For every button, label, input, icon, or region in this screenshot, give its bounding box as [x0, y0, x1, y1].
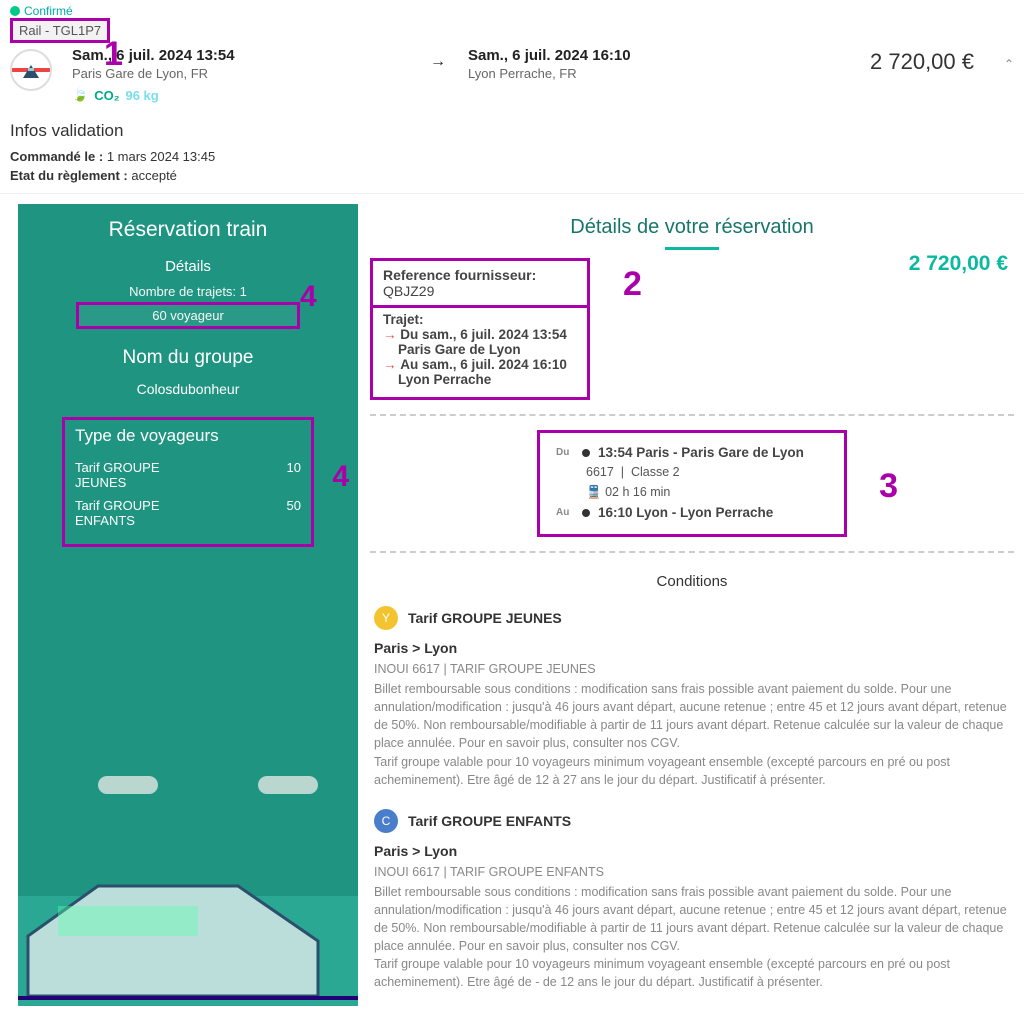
fare-block: Y Tarif GROUPE JEUNES Paris > LyonINOUI 66…	[370, 600, 1014, 803]
supplier-ref-box: Reference fournisseur: QBJZ29 2	[370, 258, 590, 308]
divider	[370, 551, 1014, 553]
class-label: Classe 2	[631, 465, 680, 479]
rail-tag: Rail - TGL1P7	[10, 18, 110, 43]
ordered-value: 1 mars 2024 13:45	[107, 149, 215, 164]
trajet-label: Trajet:	[383, 312, 429, 327]
traveler-types-box: Type de voyageurs Tarif GROUPE JEUNES 10…	[62, 417, 314, 547]
sidebar-title: Réservation train	[18, 204, 358, 252]
annotation-2: 2	[623, 265, 642, 304]
annotation-4a: 4	[300, 280, 317, 314]
traveler-type-name: Tarif GROUPE ENFANTS	[75, 498, 195, 528]
divider	[370, 414, 1014, 416]
co2-label: CO₂	[94, 88, 119, 103]
annotation-4b: 4	[332, 460, 349, 494]
chevron-up-icon[interactable]: ⌃	[974, 47, 1014, 71]
to-label: Au	[400, 357, 418, 372]
schedule-box: Du 13:54 Paris - Paris Gare de Lyon 6617…	[537, 430, 847, 537]
fare-sub: INOUI 6617 | TARIF GROUPE JEUNES	[374, 662, 1010, 680]
trip-summary-row[interactable]: Sam., 6 juil. 2024 13:54 Paris Gare de L…	[0, 43, 1024, 113]
schedule-departure: 13:54 Paris - Paris Gare de Lyon	[598, 445, 804, 460]
traveler-type-row: Tarif GROUPE JEUNES 10	[75, 456, 301, 494]
fare-name: Tarif GROUPE JEUNES	[408, 610, 562, 626]
fare-block: C Tarif GROUPE ENFANTS Paris > LyonINOUI 6…	[370, 803, 1014, 1006]
schedule-au-label: Au	[556, 507, 574, 518]
sidebar-travelers: 60 voyageur	[79, 305, 297, 326]
title-underline	[665, 247, 719, 250]
to-loc: Lyon Perrache	[398, 372, 491, 387]
sidebar-panel: Réservation train Détails Nombre de traj…	[18, 204, 358, 1006]
payment-value: accepté	[131, 168, 177, 183]
fare-route: Paris > Lyon	[374, 630, 1010, 662]
train-small-icon: 🚆	[586, 485, 602, 499]
conditions-title: Conditions	[370, 567, 1014, 600]
arrival-location: Lyon Perrache, FR	[468, 66, 804, 81]
traveler-type-count: 10	[287, 460, 301, 490]
arrow-icon: →	[408, 47, 468, 71]
traveler-type-row: Tarif GROUPE ENFANTS 50	[75, 494, 301, 532]
co2-value: 96 kg	[125, 88, 158, 103]
train-avatar-icon	[10, 49, 52, 91]
arrival-datetime: Sam., 6 juil. 2024 16:10	[468, 47, 804, 64]
dot-icon	[582, 449, 590, 457]
total-price: 2 720,00 €	[804, 47, 974, 75]
to-dt: sam., 6 juil. 2024 16:10	[422, 357, 567, 372]
train-number: 6617	[586, 465, 614, 479]
status-dot-icon	[10, 6, 20, 16]
fare-badge-icon: Y	[374, 606, 398, 630]
group-label: Nom du groupe	[18, 329, 358, 377]
payment-label: Etat du règlement :	[10, 168, 128, 183]
ordered-label: Commandé le :	[10, 149, 103, 164]
group-name: Colosdubonheur	[18, 377, 358, 407]
trajet-box: Trajet: → Du sam., 6 juil. 2024 13:54 Pa…	[370, 308, 590, 400]
from-label: Du	[400, 327, 418, 342]
arrow-icon: →	[383, 327, 397, 342]
fare-name: Tarif GROUPE ENFANTS	[408, 813, 571, 829]
fare-route: Paris > Lyon	[374, 833, 1010, 865]
fare-badge-icon: C	[374, 809, 398, 833]
validation-title: Infos validation	[10, 121, 1014, 141]
dot-icon	[582, 509, 590, 517]
sidebar-details-label: Détails	[18, 252, 358, 281]
fare-text: Billet remboursable sous conditions : mo…	[374, 883, 1010, 992]
fare-text: Billet remboursable sous conditions : mo…	[374, 680, 1010, 789]
traveler-type-name: Tarif GROUPE JEUNES	[75, 460, 195, 490]
details-title: Détails de votre réservation	[370, 204, 1014, 245]
schedule-du-label: Du	[556, 447, 574, 458]
validation-info: Infos validation Commandé le : 1 mars 20…	[0, 113, 1024, 194]
duration: 02 h 16 min	[605, 485, 670, 499]
booking-status: Confirmé	[10, 4, 1014, 18]
details-panel: Détails de votre réservation 2 720,00 € …	[358, 204, 1014, 1006]
traveler-type-count: 50	[287, 498, 301, 528]
ref-value: QBJZ29	[383, 283, 434, 299]
status-text: Confirmé	[24, 4, 73, 18]
annotation-3: 3	[879, 467, 898, 506]
ref-label: Reference fournisseur:	[383, 267, 536, 283]
from-dt: sam., 6 juil. 2024 13:54	[422, 327, 567, 342]
schedule-arrival: 16:10 Lyon - Lyon Perrache	[598, 505, 773, 520]
from-loc: Paris Gare de Lyon	[398, 342, 521, 357]
annotation-1: 1	[104, 35, 123, 74]
train-illustration	[18, 746, 358, 1006]
fare-sub: INOUI 6617 | TARIF GROUPE ENFANTS	[374, 865, 1010, 883]
arrow-icon: →	[383, 357, 397, 372]
leaf-icon: 🍃	[72, 87, 88, 103]
traveler-types-title: Type de voyageurs	[75, 426, 301, 456]
